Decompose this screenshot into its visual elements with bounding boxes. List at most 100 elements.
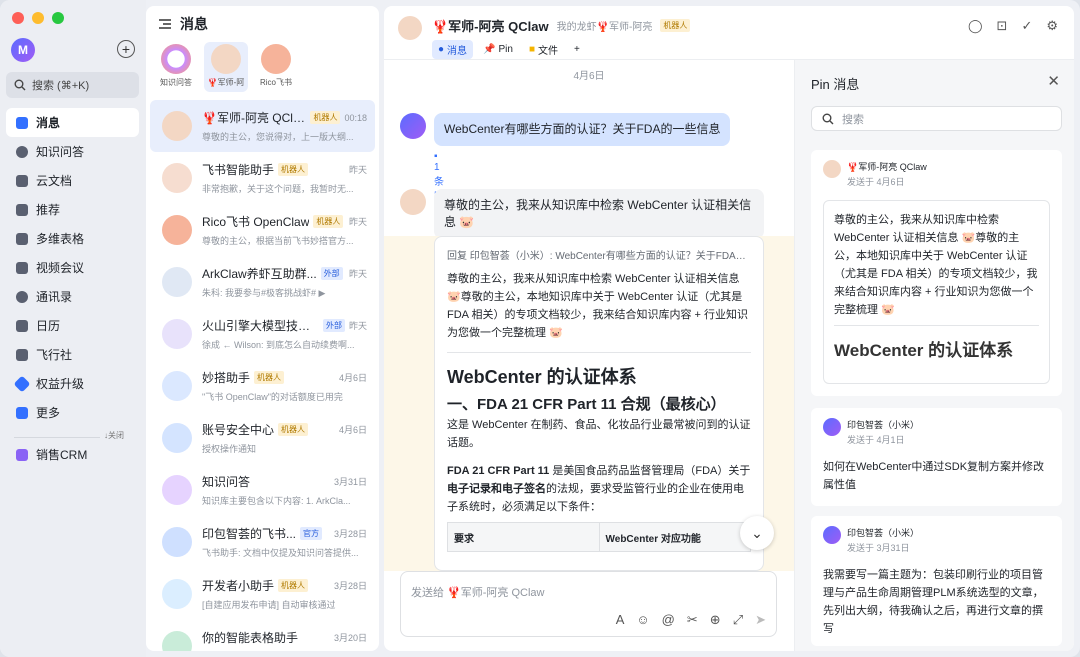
chat-list-item[interactable]: 印包智荟的飞书... 官方 3月28日 飞书助手: 文档中仅提及知识问答提供... [150, 516, 375, 568]
chat-item-top: 🦞军师-阿亮 QClaw 机器人 00:18 [202, 109, 367, 126]
chat-list-item[interactable]: 你的智能表格助手 3月20日多维表格助手提及了你 [150, 620, 375, 651]
search-icon [14, 79, 26, 91]
chat-list-item[interactable]: 开发者小助手 机器人 3月28日 [自建应用发布申请] 自动审核通过 [150, 568, 375, 620]
reply-intro: 尊敬的主公，我来从知识库中检索 WebCenter 认证相关信息 🐷尊敬的主公，… [447, 273, 748, 339]
pinned-chat[interactable]: 知识问答 [154, 42, 198, 92]
chat-preview: 飞书助手: 文档中仅提及知识问答提供... [202, 548, 359, 558]
scroll-to-bottom-button[interactable]: ⌄ [740, 516, 774, 550]
tab-messages[interactable]: ● 消息 [432, 40, 474, 59]
card-paragraph-2: FDA 21 CFR Part 11 是美国食品药品监督管理局（FDA）关于电子… [447, 462, 751, 516]
chat-list-item[interactable]: 飞书智能助手 机器人 昨天 非常抱歉，关于这个问题，我暂时无... [150, 152, 375, 204]
chat-list-item[interactable]: ArkClaw养虾互助群... 外部 昨天 朱科: 我要参与#极客挑战虾# ▶ [150, 256, 375, 308]
pin-item[interactable]: 🦞军师-阿亮 QClaw 发送于 4月6日 尊敬的主公，我来从知识库中检索 Web… [811, 150, 1062, 396]
card-divider [447, 352, 751, 353]
reply-quote[interactable]: 回复 印包智荟（小米）: WebCenter有哪些方面的认证？关于FDA的... [447, 247, 751, 262]
new-plus-icon[interactable]: + [117, 40, 135, 58]
pin-search-input[interactable]: 搜索 [811, 106, 1062, 131]
sidebar-item-knowledge[interactable]: 知识问答 [6, 137, 139, 166]
member-icon[interactable]: ◯ [968, 18, 983, 34]
sidebar-item-label: 更多 [36, 406, 61, 420]
sidebar-item-crm[interactable]: 销售CRM [6, 440, 139, 469]
text-format-icon[interactable]: A [616, 612, 625, 628]
date-separator: 4月6日 [573, 71, 605, 82]
close-icon[interactable]: ✕ [1047, 72, 1060, 90]
add-circle-icon[interactable]: ⊕ [710, 612, 721, 628]
pin-item[interactable]: 印包智荟（小米） 发送于 4月1日 如何在WebCenter中通过SDK复制方案并… [811, 408, 1062, 506]
emoji-icon[interactable]: ☺ [636, 612, 649, 628]
chat-item-top: Rico飞书 OpenClaw 机器人 昨天 [202, 213, 367, 230]
chat-name: 火山引擎大模型技术... [202, 319, 319, 333]
minimize-window-button[interactable] [32, 12, 44, 24]
check-done-icon[interactable]: ✓ [1021, 18, 1032, 34]
pinned-chat[interactable]: 🦞军师-阿 [204, 42, 248, 92]
bot-message-bubble[interactable]: 尊敬的主公，我来从知识库中检索 WebCenter 认证相关信息 🐷 [434, 189, 764, 239]
chat-title[interactable]: 🦞军师-阿亮 QClaw [432, 16, 549, 35]
chat-preview: "飞书 OpenClaw"的对话额度已用完 [202, 392, 343, 402]
sidebar-item-base[interactable]: 多维表格 [6, 224, 139, 253]
tab-files[interactable]: ■ 文件 [523, 40, 564, 59]
window-controls [12, 12, 64, 24]
profile-avatar[interactable]: M [11, 38, 35, 62]
pin-preview: 尊敬的主公，我来从知识库中检索 WebCenter 认证相关信息 🐷尊敬的主公，… [823, 200, 1050, 384]
sidebar-item-docs[interactable]: 云文档 [6, 166, 139, 195]
tab-label: 文件 [538, 46, 558, 57]
mention-icon[interactable]: @ [662, 612, 675, 628]
sidebar-apps: 销售CRM [6, 440, 139, 469]
chat-list-item[interactable]: 火山引擎大模型技术... 外部 昨天 徐成 ← Wilson: 到底怎么自动续费啊..… [150, 308, 375, 360]
chat-badge: 机器人 [310, 111, 341, 124]
pinned-chat[interactable]: Rico飞书 [254, 42, 298, 92]
chat-list-title: 消息 [180, 16, 208, 32]
chat-preview: 徐成 ← Wilson: 到底怎么自动续费啊... [202, 340, 355, 350]
chat-name: 你的智能表格助手 [202, 631, 299, 645]
avatar [162, 423, 192, 453]
close-window-button[interactable] [12, 12, 24, 24]
left-rail: M + 搜索 (⌘+K) 消息 知识问答 云文档 推荐 多维表格 视频会议 通讯… [0, 0, 146, 657]
user-message-bubble[interactable]: WebCenter有哪些方面的认证？关于FDA的一些信息 [434, 113, 731, 146]
sidebar-item-upgrade[interactable]: 权益升级 [6, 369, 139, 398]
sidebar-item-more[interactable]: 更多 [6, 398, 139, 427]
avatar [162, 631, 192, 651]
avatar[interactable] [398, 16, 422, 40]
chat-list-item[interactable]: 账号安全中心 机器人 4月6日 授权操作通知 [150, 412, 375, 464]
list-collapse-icon[interactable] [158, 18, 172, 30]
chat-list-item[interactable]: 🦞军师-阿亮 QClaw 机器人 00:18 尊敬的主公，您说得对，上一版大纲... [150, 100, 375, 152]
chat-preview: 知识库主要包含以下内容: 1. ArkCla... [202, 496, 351, 506]
scissors-icon[interactable]: ✂ [687, 612, 698, 628]
avatar[interactable] [400, 113, 426, 139]
chat-time: 3月20日 [333, 633, 367, 643]
pin-preview-heading: WebCenter 的认证体系 [834, 325, 1039, 360]
sidebar-item-recommend[interactable]: 推荐 [6, 195, 139, 224]
send-icon[interactable]: ➤ [755, 612, 766, 628]
maximize-window-button[interactable] [52, 12, 64, 24]
sidebar-item-contacts[interactable]: 通讯录 [6, 282, 139, 311]
message-composer[interactable]: 发送给 🦞军师-阿亮 QClaw A ☺ @ ✂ ⊕ ⤢ ➤ [400, 571, 777, 637]
reply-card[interactable]: 回复 印包智荟（小米）: WebCenter有哪些方面的认证？关于FDA的...… [434, 236, 764, 571]
sidebar-item-messages[interactable]: 消息 [6, 108, 139, 137]
chat-item-body: 印包智荟的飞书... 官方 3月28日 飞书助手: 文档中仅提及知识问答提供... [202, 525, 367, 559]
sidebar-item-calendar[interactable]: 日历 [6, 311, 139, 340]
conversation: 4月6日 WebCenter有哪些方面的认证？关于FDA的一些信息 ▪ 1 条回… [384, 61, 794, 651]
sidebar-item-community[interactable]: 飞行社 [6, 340, 139, 369]
chat-item-top: 飞书智能助手 机器人 昨天 [202, 161, 367, 178]
chat-item-body: 妙搭助手 机器人 4月6日 "飞书 OpenClaw"的对话额度已用完 [202, 369, 367, 403]
chat-list-item[interactable]: 知识问答 3月31日 知识库主要包含以下内容: 1. ArkCla... [150, 464, 375, 516]
expand-icon[interactable]: ⤢ [733, 612, 743, 628]
global-search[interactable]: 搜索 (⌘+K) [6, 72, 139, 98]
sidebar-item-video[interactable]: 视频会议 [6, 253, 139, 282]
chat-preview: 授权操作通知 [202, 444, 257, 454]
card-subheading: 一、FDA 21 CFR Part 11 合规（最核心） [447, 396, 726, 413]
pin-item[interactable]: 印包智荟（小米） 发送于 3月31日 我需要写一篇主题为：包装印刷行业的项目管理与… [811, 516, 1062, 646]
chat-list-panel: 消息 知识问答 🦞军师-阿 Rico飞书 🦞军师-阿亮 QClaw 机器人 00:1… [146, 6, 379, 651]
avatar[interactable] [400, 189, 426, 215]
chat-item-body: 知识问答 3月31日 知识库主要包含以下内容: 1. ArkCla... [202, 473, 367, 507]
avatar [162, 371, 192, 401]
chat-list-item[interactable]: Rico飞书 OpenClaw 机器人 昨天 尊敬的主公，根据当前飞书妙搭官方... [150, 204, 375, 256]
sidebar-item-label: 云文档 [36, 174, 73, 188]
chevron-double-down-icon: ⌄ [751, 524, 763, 541]
settings-gear-icon[interactable]: ⚙ [1046, 18, 1058, 34]
add-tab-icon[interactable]: + [568, 42, 586, 57]
avatar [823, 526, 841, 544]
chat-list-item[interactable]: 妙搭助手 机器人 4月6日 "飞书 OpenClaw"的对话额度已用完 [150, 360, 375, 412]
tab-pin[interactable]: 📌 Pin [477, 42, 519, 57]
share-icon[interactable]: ⊡ [997, 18, 1008, 34]
